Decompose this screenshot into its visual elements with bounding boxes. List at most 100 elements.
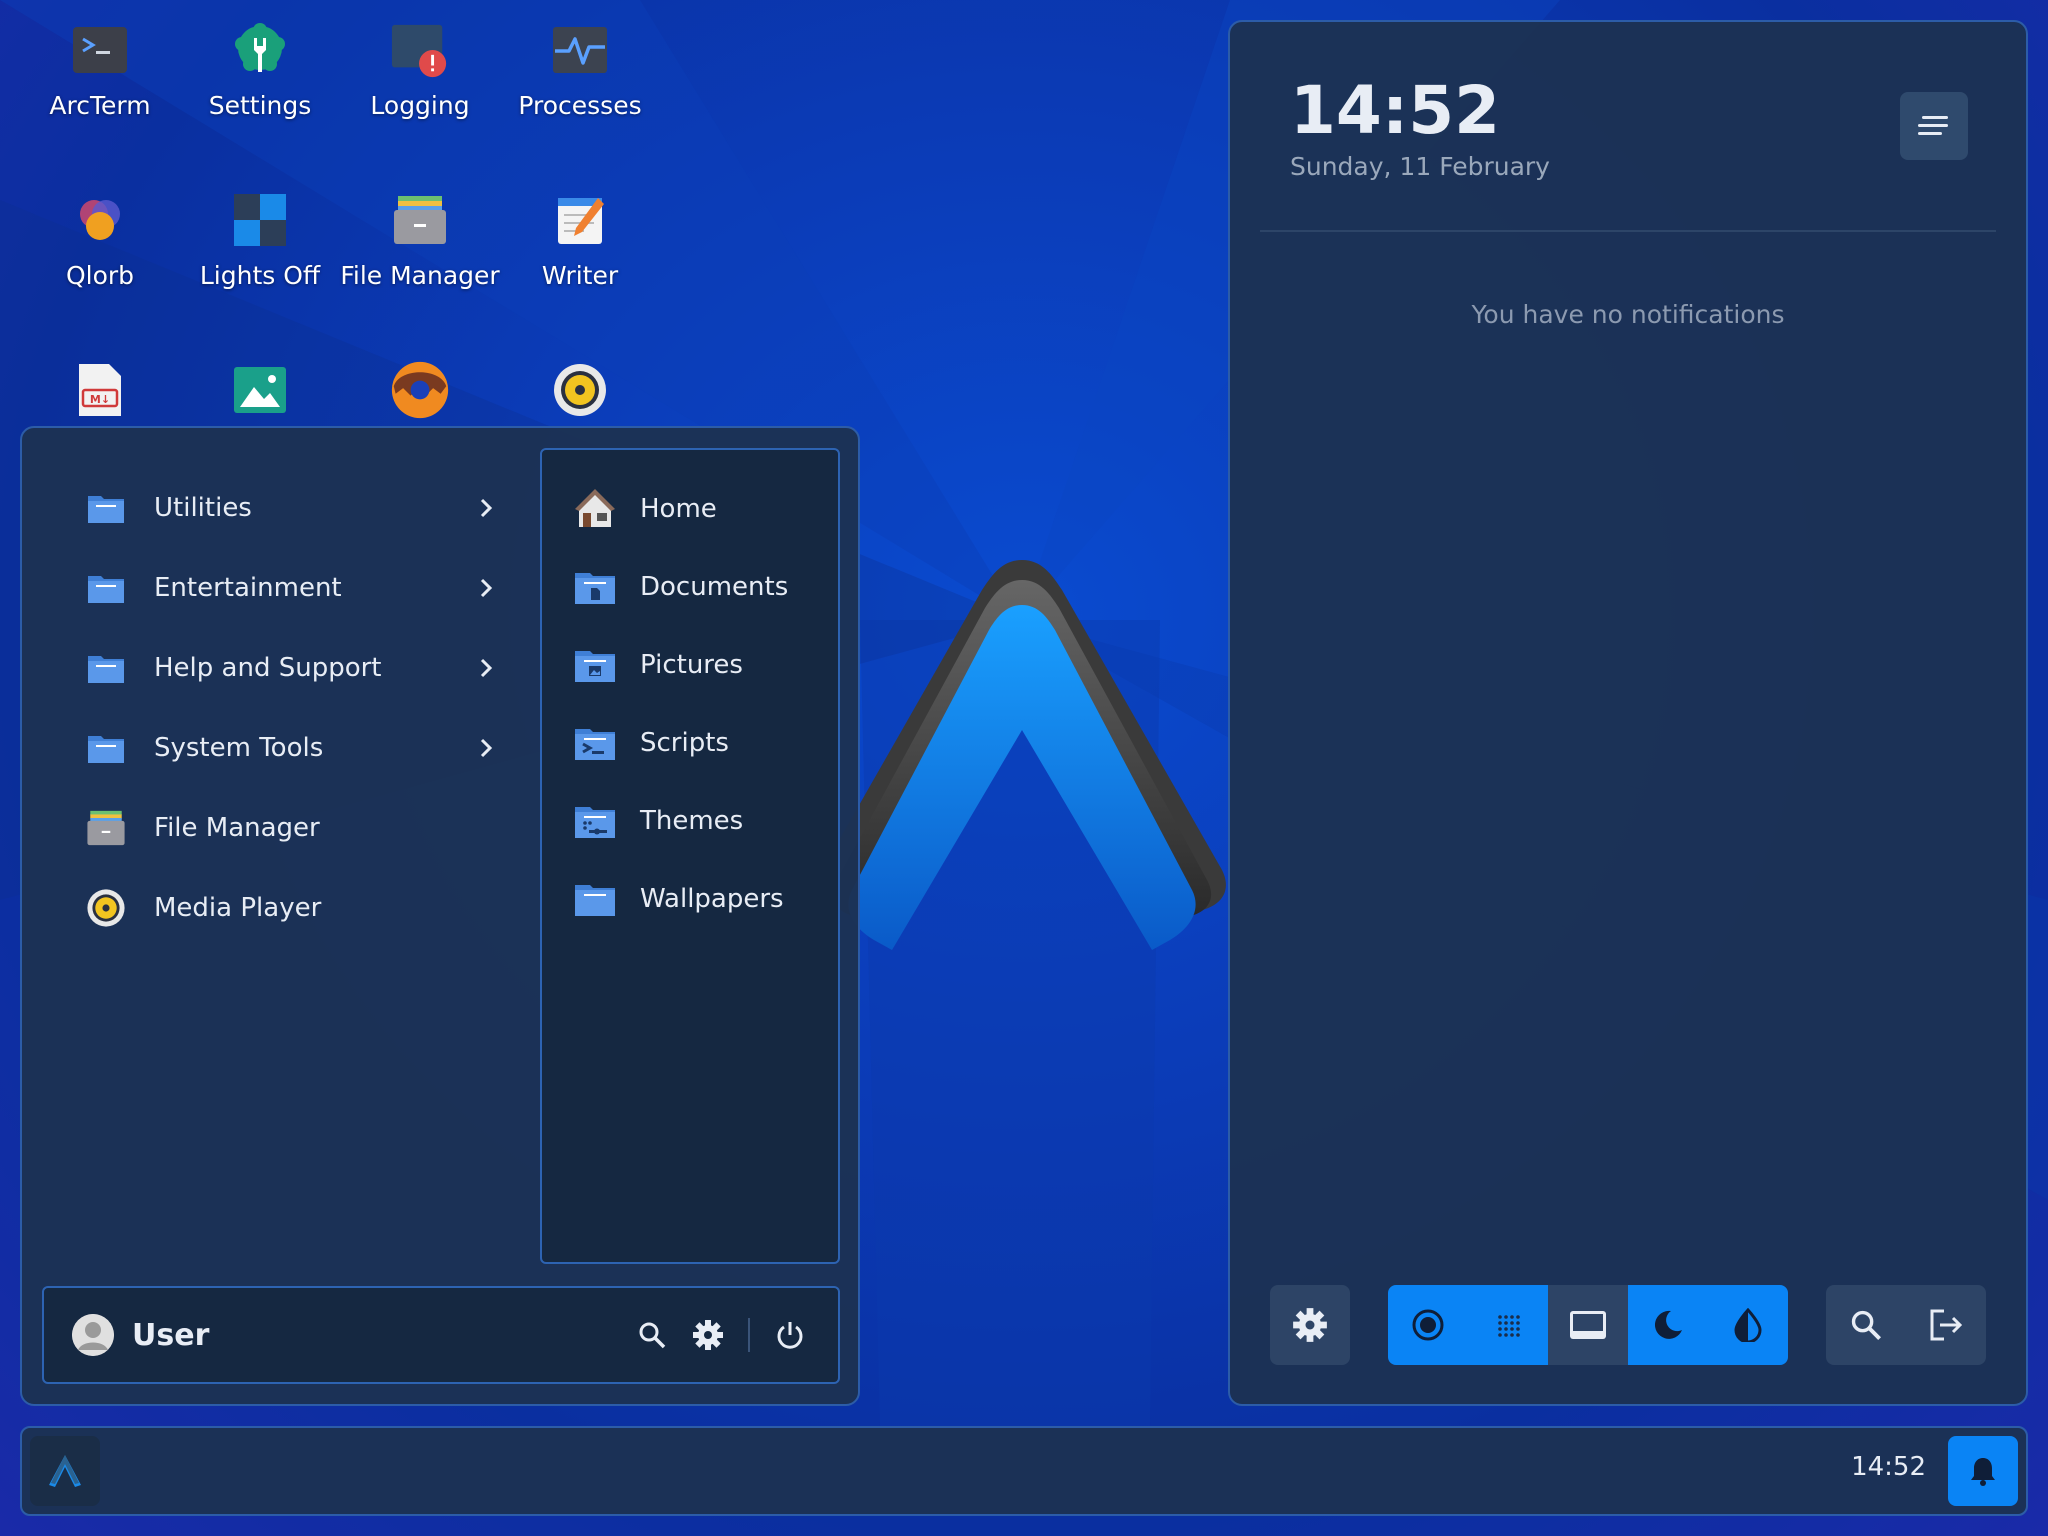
- log-warning-icon: [390, 20, 450, 80]
- user-bar: User: [42, 1286, 840, 1384]
- lights-off-icon: [230, 190, 290, 250]
- desktop-icon-processes[interactable]: Processes: [500, 20, 660, 124]
- themes-folder-icon: [574, 800, 616, 842]
- app-label: Media Player: [154, 893, 322, 923]
- gear-icon: [693, 1320, 723, 1350]
- arc-logo-wallpaper: [818, 560, 1226, 950]
- chevron-right-icon: [480, 578, 493, 598]
- place-label: Pictures: [640, 650, 743, 680]
- quick-settings-bar: [1270, 1284, 1986, 1366]
- app-file-manager[interactable]: File Manager: [62, 788, 522, 868]
- search-icon: [1851, 1310, 1882, 1341]
- folder-icon: [86, 488, 126, 528]
- place-label: Scripts: [640, 728, 729, 758]
- wallpapers-folder-icon: [574, 878, 616, 920]
- panel-toggle[interactable]: [1548, 1285, 1628, 1365]
- dots-toggle[interactable]: [1468, 1285, 1548, 1365]
- desktop-icon-label: Settings: [208, 91, 312, 120]
- speaker-icon: [86, 888, 126, 928]
- notifications-button[interactable]: [1948, 1436, 2018, 1506]
- power-icon: [777, 1322, 803, 1349]
- desktop-icon-label: ArcTerm: [49, 91, 151, 120]
- divider: [748, 1318, 750, 1352]
- desktop-icon-image-viewer[interactable]: [180, 360, 340, 420]
- notification-panel: 14:52 Sunday, 11 February You have no no…: [1228, 20, 2028, 1406]
- search-button[interactable]: [632, 1315, 672, 1355]
- taskbar: 14:52: [20, 1426, 2028, 1516]
- empty-notifications-message: You have no notifications: [1471, 300, 1785, 329]
- category-label: System Tools: [154, 733, 324, 763]
- desktop-icon-writer[interactable]: Writer: [500, 190, 660, 294]
- clear-notifications-button[interactable]: [1900, 92, 1968, 160]
- category-label: Utilities: [154, 493, 252, 523]
- panel-clock: 14:52: [1290, 72, 1501, 149]
- place-documents[interactable]: Documents: [542, 548, 838, 626]
- night-mode-toggle[interactable]: [1628, 1285, 1708, 1365]
- app-media-player[interactable]: Media Player: [62, 868, 522, 948]
- desktop-icon-label: Logging: [370, 91, 470, 120]
- place-scripts[interactable]: Scripts: [542, 704, 838, 782]
- home-icon: [574, 488, 616, 530]
- desktop-icon-donut[interactable]: [340, 360, 500, 420]
- markdown-file-icon: M↓: [70, 360, 130, 420]
- search-button[interactable]: [1826, 1285, 1906, 1365]
- user-avatar-icon: [72, 1314, 114, 1356]
- chevron-right-icon: [480, 498, 493, 518]
- screen-record-toggle[interactable]: [1388, 1285, 1468, 1365]
- place-label: Themes: [640, 806, 744, 836]
- taskbar-clock[interactable]: 14:52: [1851, 1452, 1926, 1482]
- desktop-icon-lights-off[interactable]: Lights Off: [180, 190, 340, 294]
- file-cabinet-icon: [390, 190, 450, 250]
- panel-icon: [1570, 1311, 1606, 1339]
- place-pictures[interactable]: Pictures: [542, 626, 838, 704]
- avatar[interactable]: [72, 1314, 114, 1356]
- desktop-icon-media-player[interactable]: [500, 360, 660, 420]
- terminal-icon: [70, 20, 130, 80]
- search-icon: [639, 1322, 666, 1349]
- desktop-icon-label: Lights Off: [199, 261, 321, 290]
- writer-notepad-icon: [550, 190, 610, 250]
- quick-settings-button[interactable]: [1270, 1285, 1350, 1365]
- category-help-and-support[interactable]: Help and Support: [62, 628, 522, 708]
- category-entertainment[interactable]: Entertainment: [62, 548, 522, 628]
- desktop-icon-qlorb[interactable]: Qlorb: [20, 190, 180, 294]
- divider: [1260, 230, 1996, 232]
- logout-icon: [1930, 1309, 1963, 1341]
- panel-date: Sunday, 11 February: [1290, 152, 1550, 181]
- place-label: Wallpapers: [640, 884, 784, 914]
- dots-grid-icon: [1498, 1315, 1520, 1337]
- scripts-folder-icon: [574, 722, 616, 764]
- speaker-icon: [550, 360, 610, 420]
- user-name: User: [132, 1317, 210, 1353]
- qlorb-orb-icon: [70, 190, 130, 250]
- gear-icon: [1293, 1308, 1327, 1342]
- desktop-icon-markdown[interactable]: M↓: [20, 360, 180, 420]
- places-panel: Home Documents Pictures Scripts Themes W…: [540, 448, 840, 1264]
- category-system-tools[interactable]: System Tools: [62, 708, 522, 788]
- pictures-folder-icon: [574, 644, 616, 686]
- logout-button[interactable]: [1906, 1285, 1986, 1365]
- quick-toggle-group: [1388, 1285, 1788, 1365]
- desktop-icon-settings[interactable]: Settings: [180, 20, 340, 124]
- desktop-icon-arcterm[interactable]: ArcTerm: [20, 20, 180, 124]
- place-label: Documents: [640, 572, 789, 602]
- category-utilities[interactable]: Utilities: [62, 468, 522, 548]
- desktop-icon-label: Writer: [541, 261, 619, 290]
- settings-button[interactable]: [688, 1315, 728, 1355]
- contrast-toggle[interactable]: [1708, 1285, 1788, 1365]
- desktop-icon-label: Qlorb: [65, 261, 135, 290]
- desktop-icon-file-manager[interactable]: File Manager: [340, 190, 500, 294]
- desktop-icon-logging[interactable]: Logging: [340, 20, 500, 124]
- place-label: Home: [640, 494, 717, 524]
- place-themes[interactable]: Themes: [542, 782, 838, 860]
- folder-icon: [86, 568, 126, 608]
- bell-icon: [1971, 1458, 1995, 1486]
- place-wallpapers[interactable]: Wallpapers: [542, 860, 838, 938]
- svg-text:M↓: M↓: [90, 393, 110, 406]
- place-home[interactable]: Home: [542, 470, 838, 548]
- app-launcher-button[interactable]: [30, 1436, 100, 1506]
- chevron-right-icon: [480, 738, 493, 758]
- desktop-icon-label: File Manager: [340, 261, 500, 290]
- image-viewer-icon: [230, 360, 290, 420]
- power-button[interactable]: [770, 1315, 810, 1355]
